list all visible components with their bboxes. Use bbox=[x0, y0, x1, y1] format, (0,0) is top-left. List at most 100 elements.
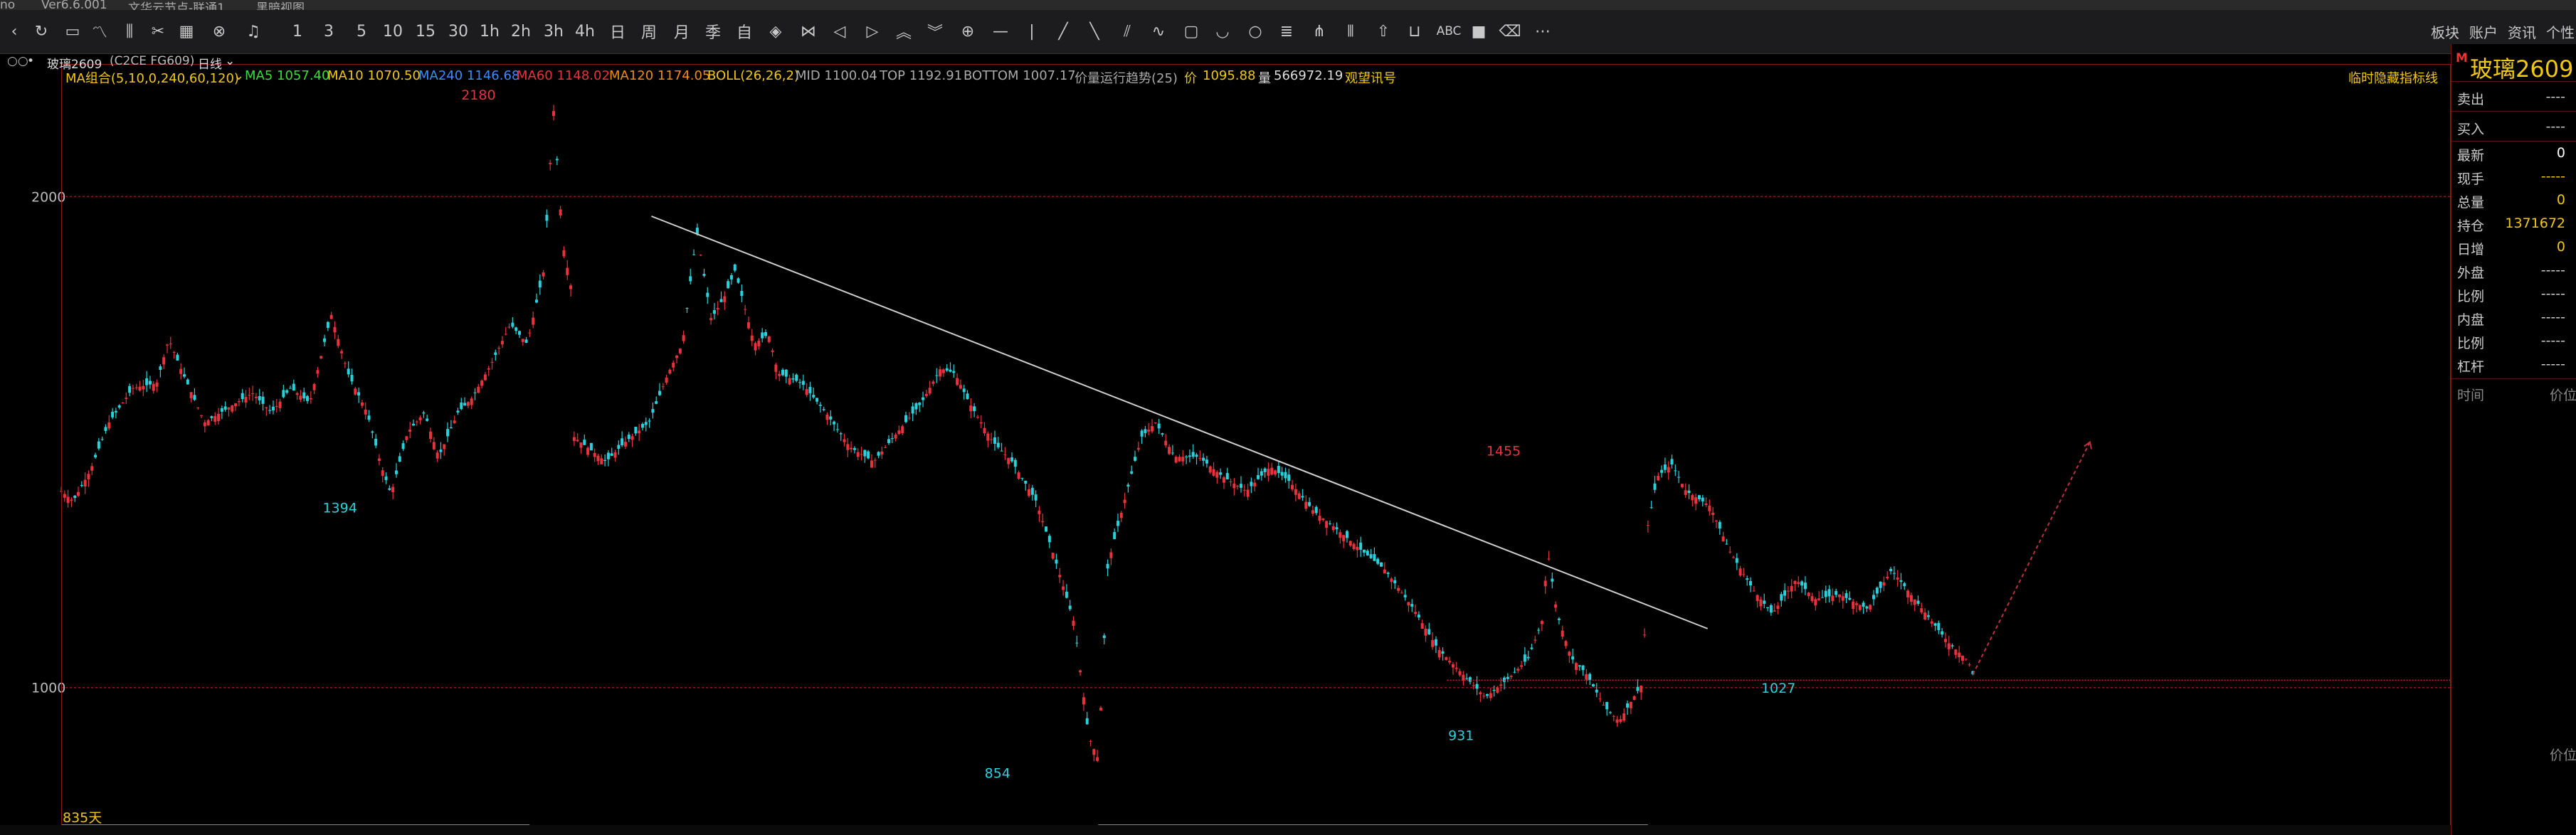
candle-body bbox=[1144, 429, 1147, 433]
candle-body bbox=[538, 280, 542, 288]
candle-body bbox=[1181, 457, 1185, 462]
link-sector[interactable]: 板块 bbox=[2431, 18, 2459, 44]
period-1[interactable]: 1 bbox=[285, 18, 310, 44]
candle-body bbox=[528, 332, 532, 334]
candle-body bbox=[1133, 457, 1136, 461]
candle-body bbox=[1820, 597, 1824, 598]
bullet-icon: • bbox=[27, 54, 35, 68]
period-15[interactable]: 15 bbox=[413, 18, 438, 44]
period-5[interactable]: 5 bbox=[349, 18, 374, 44]
quote-key: 比例 bbox=[2457, 289, 2485, 304]
period-2h[interactable]: 2h bbox=[508, 18, 534, 44]
candle-body bbox=[125, 398, 128, 400]
arrow-left-icon[interactable]: ◁ bbox=[827, 18, 852, 44]
candle-body bbox=[1096, 757, 1099, 761]
candle-body bbox=[1154, 422, 1157, 424]
candle-body bbox=[1629, 701, 1632, 708]
color-block-icon[interactable]: ■ bbox=[1466, 18, 1492, 44]
period-30[interactable]: 30 bbox=[445, 18, 471, 44]
period-quarter[interactable]: 季 bbox=[700, 18, 726, 44]
ma120-value: MA120 1174.05 bbox=[609, 68, 711, 83]
candle-body bbox=[429, 431, 433, 440]
candle-body bbox=[966, 393, 969, 400]
candle-body bbox=[839, 433, 843, 435]
candle-body bbox=[1728, 551, 1732, 553]
candle-body bbox=[1746, 578, 1749, 580]
period-month[interactable]: 月 bbox=[669, 18, 695, 44]
eraser-icon[interactable]: ⌫ bbox=[1497, 18, 1523, 44]
candle-body bbox=[623, 442, 627, 447]
circle-icon[interactable]: ○ bbox=[1242, 18, 1268, 44]
period-week[interactable]: 周 bbox=[636, 18, 662, 44]
chevron-up-icon[interactable]: ︽ bbox=[891, 18, 917, 44]
rectangle-icon[interactable]: ▢ bbox=[1178, 18, 1204, 44]
arc-icon[interactable]: ◡ bbox=[1210, 18, 1235, 44]
text-icon[interactable]: ABC bbox=[1435, 18, 1463, 44]
period-3h[interactable]: 3h bbox=[541, 18, 566, 44]
period-10[interactable]: 10 bbox=[380, 18, 406, 44]
candle-body bbox=[282, 390, 285, 398]
arrow-right-icon[interactable]: ▷ bbox=[860, 18, 885, 44]
candle-body bbox=[1458, 671, 1462, 676]
candle-body bbox=[309, 398, 312, 400]
candle-body bbox=[729, 275, 733, 280]
gann-icon[interactable]: ⋔ bbox=[1307, 18, 1332, 44]
link-account[interactable]: 账户 bbox=[2469, 18, 2498, 44]
chevron-down-icon[interactable]: ⌄ bbox=[233, 68, 244, 83]
window-icon[interactable]: ▭ bbox=[60, 18, 85, 44]
up-arrow-icon[interactable]: ⇧ bbox=[1371, 18, 1396, 44]
hide-indicator-link[interactable]: 临时隐藏指标线 bbox=[2348, 68, 2438, 87]
line-chart-icon[interactable]: 〽 bbox=[87, 18, 112, 44]
fib-icon[interactable]: ≣ bbox=[1274, 18, 1299, 44]
price-chart[interactable]: 2000 1000 2180 1394 854 1455 931 1027 835天 bbox=[0, 64, 2454, 835]
period-3[interactable]: 3 bbox=[316, 18, 342, 44]
candle-body bbox=[1116, 521, 1119, 526]
candle-body bbox=[1731, 557, 1735, 558]
ma-group[interactable]: MA组合(5,10,0,240,60,120) bbox=[65, 68, 239, 87]
chevron-down-icon[interactable]: ︾ bbox=[922, 18, 948, 44]
crosshair-icon[interactable]: ⊕ bbox=[955, 18, 981, 44]
candle-body bbox=[1509, 676, 1513, 677]
refresh-icon[interactable]: ↻ bbox=[28, 18, 54, 44]
collapse-icon[interactable]: ○○ bbox=[7, 54, 28, 68]
wave-icon[interactable]: ∿ bbox=[1146, 18, 1171, 44]
candle-body bbox=[1294, 489, 1297, 495]
segment-icon[interactable]: ╱ bbox=[1050, 18, 1076, 44]
candle-body bbox=[367, 415, 371, 420]
tool-icon[interactable]: ✂ bbox=[145, 18, 171, 44]
alarm-icon[interactable]: ♫ bbox=[241, 18, 266, 44]
quote-symbol[interactable]: 玻璃2609 bbox=[2470, 51, 2573, 84]
candle-body bbox=[350, 375, 354, 382]
bowtie-icon[interactable]: ⋈ bbox=[796, 18, 821, 44]
period-1h[interactable]: 1h bbox=[477, 18, 502, 44]
link-personal[interactable]: 个性 bbox=[2546, 18, 2575, 44]
diamond-icon[interactable]: ◈ bbox=[763, 18, 788, 44]
candle-body bbox=[596, 455, 600, 462]
candle-body bbox=[384, 476, 388, 480]
candle-body bbox=[740, 290, 744, 297]
period-4h[interactable]: 4h bbox=[572, 18, 598, 44]
candle-body bbox=[1362, 549, 1366, 553]
link-news[interactable]: 资讯 bbox=[2508, 18, 2536, 44]
period-lines-icon[interactable]: ⦀ bbox=[1338, 18, 1363, 44]
hline-icon[interactable]: — bbox=[988, 18, 1013, 44]
ray-icon[interactable]: ╲ bbox=[1082, 18, 1107, 44]
back-icon[interactable]: ‹ bbox=[1, 18, 27, 44]
more-icon[interactable]: ⋯ bbox=[1530, 18, 1556, 44]
period-day[interactable]: 日 bbox=[605, 18, 630, 44]
candles-icon[interactable]: ⫼ bbox=[117, 18, 142, 44]
chevron-down-icon[interactable]: ⌄ bbox=[225, 54, 235, 68]
candle-body bbox=[117, 405, 121, 408]
channel-icon[interactable]: ⫽ bbox=[1114, 18, 1140, 44]
candle-body bbox=[1855, 603, 1859, 605]
candle-body bbox=[1523, 654, 1526, 662]
candle-body bbox=[1909, 595, 1913, 602]
measure-icon[interactable]: ⊔ bbox=[1402, 18, 1427, 44]
vline-icon[interactable]: | bbox=[1019, 18, 1045, 44]
candle-body bbox=[719, 299, 723, 302]
period-custom[interactable]: 自 bbox=[732, 18, 757, 44]
grid-icon[interactable]: ▦ bbox=[174, 18, 199, 44]
candle-body bbox=[1810, 596, 1814, 602]
candle-body bbox=[1958, 652, 1961, 658]
link-icon[interactable]: ⊗ bbox=[206, 18, 232, 44]
